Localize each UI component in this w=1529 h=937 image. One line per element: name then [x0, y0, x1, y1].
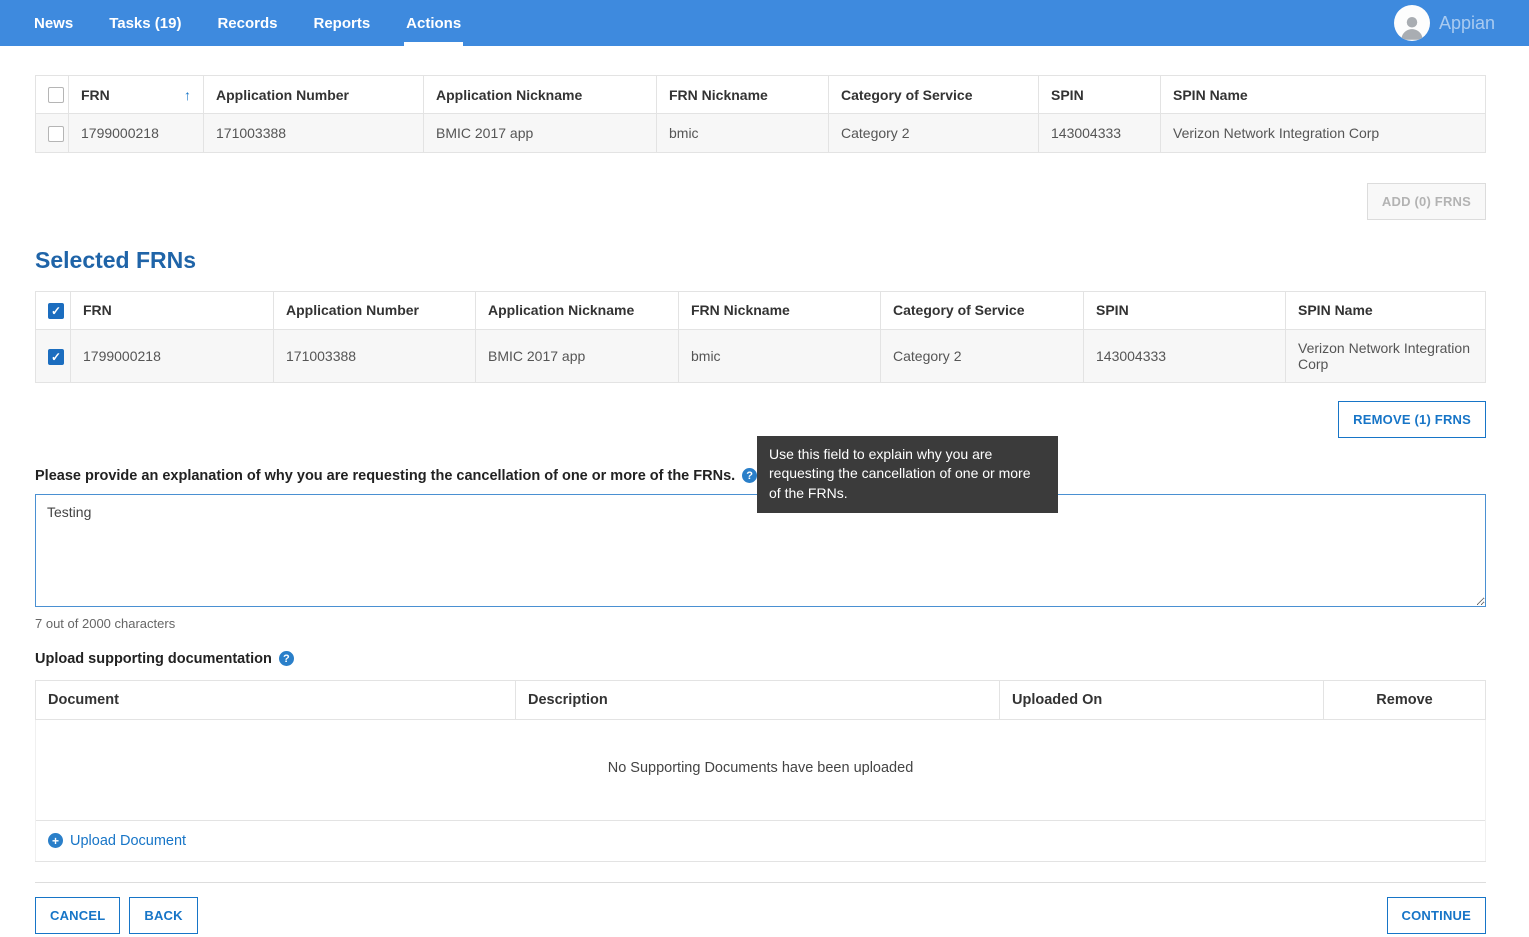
row-checkbox[interactable]: ✓ [48, 126, 64, 142]
check-icon: ✓ [51, 305, 61, 317]
column-header-category-of-service: Category of Service [829, 76, 1039, 114]
column-header-spin-name: SPIN Name [1286, 291, 1486, 329]
column-header-category-of-service: Category of Service [881, 291, 1084, 329]
page: News Tasks (19) Records Reports Actions … [0, 0, 1529, 937]
empty-state-row: No Supporting Documents have been upload… [36, 719, 1486, 820]
table-header-row: ✓ FRN ↑ Application Number Application N… [36, 76, 1486, 114]
cell-spin: 143004333 [1039, 114, 1161, 152]
back-button[interactable]: BACK [129, 897, 197, 934]
nav-item-tasks[interactable]: Tasks (19) [91, 0, 199, 46]
user-avatar[interactable] [1394, 5, 1430, 41]
column-header-application-number: Application Number [274, 291, 476, 329]
cell-category-of-service: Category 2 [829, 114, 1039, 152]
row-checkbox[interactable]: ✓ [48, 349, 64, 365]
cancel-button[interactable]: CANCEL [35, 897, 120, 934]
explanation-label: Please provide an explanation of why you… [35, 468, 735, 484]
cell-application-nickname: BMIC 2017 app [424, 114, 657, 152]
add-frns-button[interactable]: ADD (0) FRNS [1367, 183, 1486, 220]
column-header-uploaded-on: Uploaded On [1000, 680, 1324, 719]
column-header-document: Document [36, 680, 516, 719]
brand-logo: Appian [1439, 13, 1495, 34]
user-area: Appian [1394, 0, 1513, 46]
empty-state-message: No Supporting Documents have been upload… [36, 719, 1486, 820]
upload-document-link[interactable]: + Upload Document [48, 833, 186, 849]
cell-spin-name: Verizon Network Integration Corp [1286, 329, 1486, 382]
cell-spin-name: Verizon Network Integration Corp [1161, 114, 1486, 152]
sort-ascending-icon[interactable]: ↑ [184, 87, 191, 103]
column-header-description: Description [516, 680, 1000, 719]
column-header-spin: SPIN [1039, 76, 1161, 114]
cell-application-nickname: BMIC 2017 app [476, 329, 679, 382]
cell-spin: 143004333 [1084, 329, 1286, 382]
main-content: ✓ FRN ↑ Application Number Application N… [0, 46, 1529, 937]
cell-frn-nickname: bmic [679, 329, 881, 382]
nav-item-records[interactable]: Records [199, 0, 295, 46]
cell-frn-nickname: bmic [657, 114, 829, 152]
check-icon: ✓ [51, 351, 61, 363]
help-icon[interactable]: ? [279, 651, 294, 666]
table-header-row: Document Description Uploaded On Remove [36, 680, 1486, 719]
column-header-application-number: Application Number [204, 76, 424, 114]
column-header-remove: Remove [1324, 680, 1486, 719]
footer-actions: CANCEL BACK CONTINUE [35, 882, 1486, 934]
nav-item-news[interactable]: News [16, 0, 91, 46]
column-header-spin: SPIN [1084, 291, 1286, 329]
upload-documentation-label: Upload supporting documentation [35, 651, 272, 667]
table-row: ✓ 1799000218 171003388 BMIC 2017 app bmi… [36, 114, 1486, 152]
cell-application-number: 171003388 [274, 329, 476, 382]
column-header-spin-name: SPIN Name [1161, 76, 1486, 114]
selected-frns-table: ✓ FRN Application Number Application Nic… [35, 291, 1486, 383]
cell-category-of-service: Category 2 [881, 329, 1084, 382]
table-header-row: ✓ FRN Application Number Application Nic… [36, 291, 1486, 329]
explanation-section: Please provide an explanation of why you… [35, 468, 1486, 631]
character-count: 7 out of 2000 characters [35, 616, 1486, 631]
column-header-frn: FRN [71, 291, 274, 329]
cell-frn: 1799000218 [69, 114, 204, 152]
supporting-documents-table: Document Description Uploaded On Remove … [35, 680, 1486, 862]
remove-frns-button[interactable]: REMOVE (1) FRNS [1338, 401, 1486, 438]
column-header-frn-nickname: FRN Nickname [679, 291, 881, 329]
nav-item-actions[interactable]: Actions [388, 0, 479, 46]
selected-frns-heading: Selected FRNs [35, 247, 1486, 274]
nav-item-reports[interactable]: Reports [295, 0, 388, 46]
column-header-application-nickname: Application Nickname [424, 76, 657, 114]
person-icon [1397, 11, 1427, 41]
top-navigation: News Tasks (19) Records Reports Actions … [0, 0, 1529, 46]
help-icon[interactable]: ? [742, 468, 757, 483]
plus-icon: + [48, 833, 63, 848]
select-all-checkbox[interactable]: ✓ [48, 87, 64, 103]
help-tooltip: Use this field to explain why you are re… [757, 436, 1058, 513]
column-header-application-nickname: Application Nickname [476, 291, 679, 329]
cell-frn: 1799000218 [71, 329, 274, 382]
table-row: ✓ 1799000218 171003388 BMIC 2017 app bmi… [36, 329, 1486, 382]
select-all-checkbox[interactable]: ✓ [48, 303, 64, 319]
column-header-frn-nickname: FRN Nickname [657, 76, 829, 114]
column-header-frn: FRN ↑ [69, 76, 204, 114]
available-frns-table: ✓ FRN ↑ Application Number Application N… [35, 75, 1486, 153]
upload-document-row: + Upload Document [36, 820, 1486, 861]
cell-application-number: 171003388 [204, 114, 424, 152]
continue-button[interactable]: CONTINUE [1387, 897, 1487, 934]
